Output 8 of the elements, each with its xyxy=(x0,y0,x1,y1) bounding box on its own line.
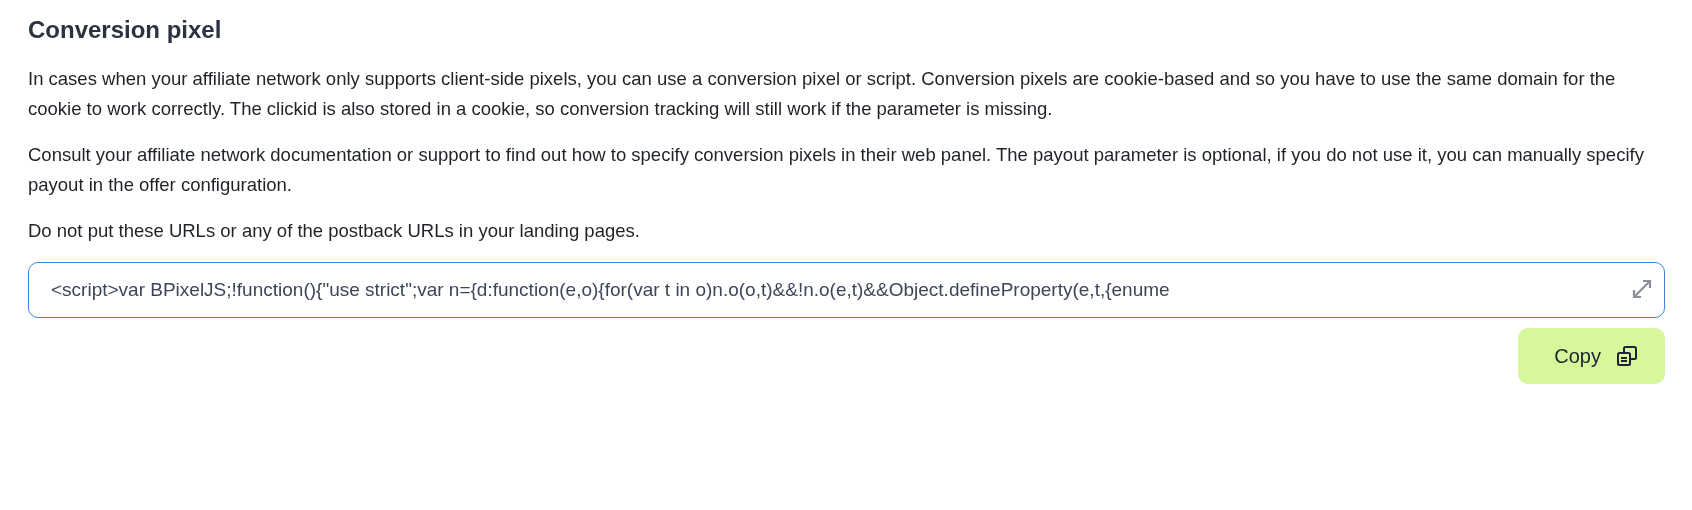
paragraph: Do not put these URLs or any of the postback URLs in your landing pages. xyxy=(28,219,641,243)
expand-icon[interactable] xyxy=(1632,279,1652,299)
copy-icon xyxy=(1615,344,1639,368)
section-title: Conversion pixel xyxy=(28,16,223,44)
paragraph: In cases when your affiliate network only supports client-side pixels, you can use a conversion pixel or script. Conversion pixels are cookie-based and so you have to use the same domain for the cookie to work correctly. The clickid is also stored in a cookie, so conversion tracking will still work if the parameter is missing. xyxy=(28,67,1617,121)
code-field[interactable]: <script>var BPixelJS;!function(){"use strict";var n={d:function(e,o){for(var t in o)n.o(o,t)&&!n.o(e,t)&&Object.defineProperty(e,t,{enume xyxy=(28,262,1665,318)
paragraph: Consult your affiliate network documentation or support to find out how to specify conversion pixels in their web panel. The payout parameter is optional, if you do not use it, you can manually specify payout in the offer configuration. xyxy=(28,143,1645,197)
copy-button[interactable]: Copy xyxy=(1518,328,1665,384)
